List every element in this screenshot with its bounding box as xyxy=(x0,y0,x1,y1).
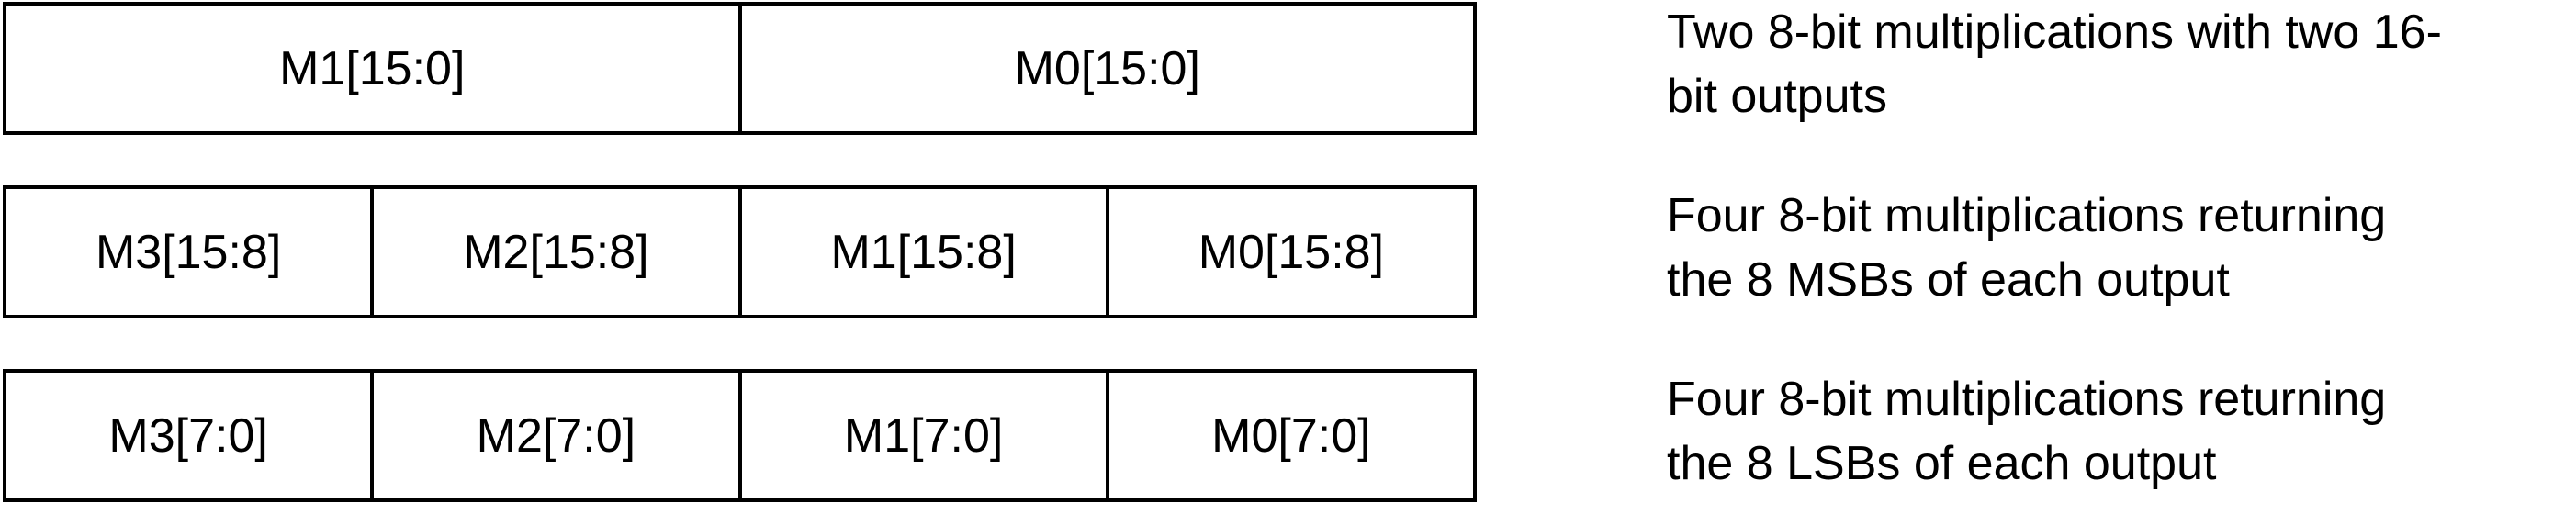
field-m1-15-0: M1[15:0] xyxy=(279,41,466,95)
output-format-row-msbs: M3[15:8] M2[15:8] M1[15:8] M0[15:8] xyxy=(3,185,1477,318)
description-line: Four 8-bit multiplications returning xyxy=(1667,373,2387,426)
field-m0-7-0: M0[7:0] xyxy=(1105,373,1473,498)
output-format-row-16bit: M1[15:0] M0[15:0] xyxy=(3,2,1477,135)
description-line: Two 8-bit multiplications with two 16- xyxy=(1667,6,2442,59)
field-m3-7-0: M3[7:0] xyxy=(108,408,268,463)
field-m2-15-8: M2[15:8] xyxy=(370,189,737,315)
field-m0-15-0: M0[15:0] xyxy=(737,6,1474,131)
description-line: the 8 MSBs of each output xyxy=(1667,253,2230,307)
output-format-row-lsbs: M3[7:0] M2[7:0] M1[7:0] M0[7:0] xyxy=(3,369,1477,502)
description-16bit-outputs: Two 8-bit multiplications with two 16- b… xyxy=(1667,0,2571,128)
field-m1-15-8: M1[15:8] xyxy=(737,189,1106,315)
description-line: Four 8-bit multiplications returning xyxy=(1667,189,2387,242)
description-line: the 8 LSBs of each output xyxy=(1667,437,2217,490)
field-m2-7-0: M2[7:0] xyxy=(370,373,737,498)
field-m3-15-8: M3[15:8] xyxy=(95,225,282,279)
description-lsbs: Four 8-bit multiplications returning the… xyxy=(1667,367,2571,496)
description-msbs: Four 8-bit multiplications returning the… xyxy=(1667,184,2571,312)
description-line: bit outputs xyxy=(1667,70,1887,123)
field-m1-7-0: M1[7:0] xyxy=(737,373,1106,498)
field-m0-15-8: M0[15:8] xyxy=(1105,189,1473,315)
